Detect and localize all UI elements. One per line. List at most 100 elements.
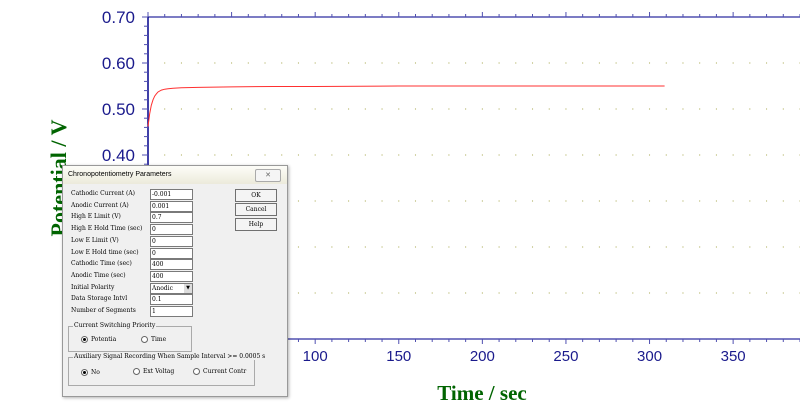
- switching-priority-group: Current Switching Priority Potentia Time: [68, 322, 192, 352]
- grid-dot: [498, 108, 500, 110]
- field-row: Initial Polarity Anodic ▼: [71, 282, 201, 294]
- grid-dot: [448, 108, 450, 110]
- field-row: Cathodic Time (sec) 400: [71, 259, 201, 271]
- grid-dot: [582, 200, 584, 202]
- grid-dot: [782, 108, 784, 110]
- grid-dot: [665, 108, 667, 110]
- grid-dot: [247, 108, 249, 110]
- grid-dot: [297, 62, 300, 64]
- chronopotentiometry-dialog: Chronopotentiometry Parameters ✕ Cathodi…: [62, 165, 288, 397]
- grid-dot: [782, 246, 784, 248]
- grid-dot: [582, 62, 584, 64]
- grid-dot: [431, 108, 433, 110]
- grid-dot: [398, 292, 400, 294]
- grid-dot: [749, 292, 751, 294]
- radio-potentia[interactable]: Potentia: [81, 336, 116, 343]
- grid-dot: [615, 62, 617, 64]
- close-icon[interactable]: ✕: [255, 169, 281, 182]
- grid-dot: [314, 246, 316, 248]
- grid-dot: [765, 154, 768, 156]
- grid-dot: [331, 200, 333, 202]
- grid-dot: [297, 200, 300, 202]
- grid-dot: [565, 200, 567, 202]
- field-row: High E Limit (V) 0.7: [71, 212, 201, 224]
- grid-dot: [448, 62, 450, 64]
- field-row: Low E Limit (V) 0: [71, 235, 201, 247]
- grid-dot: [448, 246, 450, 248]
- field-label: Anodic Time (sec): [71, 271, 126, 279]
- radio-ext-voltag[interactable]: Ext Voltag: [133, 368, 174, 375]
- field-input[interactable]: 0.7: [150, 212, 193, 224]
- field-input[interactable]: 0.1: [150, 294, 193, 306]
- field-row: Anodic Time (sec) 400: [71, 270, 201, 282]
- grid-dot: [648, 246, 651, 248]
- grid-dot: [331, 154, 333, 156]
- grid-dot: [498, 292, 500, 294]
- ok-button[interactable]: OK: [235, 189, 277, 202]
- grid-dot: [749, 200, 751, 202]
- grid-dot: [364, 200, 366, 202]
- help-button[interactable]: Help: [235, 218, 277, 231]
- grid-dot: [548, 154, 550, 156]
- cancel-button[interactable]: Cancel: [235, 203, 277, 216]
- field-input[interactable]: 0: [150, 224, 193, 236]
- y-tick-label: 0.50: [102, 100, 135, 119]
- field-input[interactable]: 1: [150, 306, 193, 317]
- grid-dot: [348, 108, 350, 110]
- field-label: Low E Limit (V): [71, 236, 119, 244]
- grid-dot: [531, 62, 534, 64]
- chevron-down-icon[interactable]: ▼: [184, 283, 192, 293]
- grid-dot: [732, 200, 734, 202]
- grid-dot: [699, 246, 701, 248]
- grid-dot: [498, 200, 500, 202]
- grid-dot: [598, 62, 600, 64]
- grid-dot: [699, 154, 701, 156]
- grid-dot: [665, 292, 667, 294]
- grid-dot: [632, 200, 634, 202]
- field-input[interactable]: 400: [150, 270, 193, 282]
- grid-dot: [230, 108, 233, 110]
- radio-no[interactable]: No: [81, 369, 100, 376]
- grid-dot: [682, 62, 684, 64]
- grid-dot: [498, 154, 500, 156]
- grid-dot: [582, 154, 584, 156]
- grid-dot: [648, 200, 651, 202]
- grid-dot: [715, 200, 718, 202]
- grid-dot: [398, 200, 400, 202]
- grid-dot: [465, 200, 467, 202]
- grid-dot: [732, 108, 734, 110]
- grid-dot: [398, 108, 400, 110]
- field-input[interactable]: 0: [150, 247, 193, 259]
- auxiliary-recording-group: Auxiliary Signal Recording When Sample I…: [68, 353, 267, 386]
- radio-current-contr[interactable]: Current Contr: [193, 368, 246, 375]
- grid-dot: [498, 246, 500, 248]
- polarity-select[interactable]: Anodic ▼: [150, 282, 193, 294]
- grid-dot: [515, 62, 517, 64]
- grid-dot: [632, 246, 634, 248]
- grid-dot: [682, 200, 684, 202]
- grid-dot: [481, 154, 483, 156]
- grid-dot: [782, 154, 784, 156]
- grid-dot: [398, 154, 400, 156]
- grid-dot: [715, 62, 718, 64]
- field-input[interactable]: 400: [150, 259, 193, 271]
- field-row: Low E Hold time (sec) 0: [71, 247, 201, 259]
- radio-time[interactable]: Time: [141, 336, 166, 343]
- grid-dot: [531, 108, 534, 110]
- grid-dot: [164, 154, 166, 156]
- grid-dot: [164, 62, 166, 64]
- field-label: Cathodic Current (A): [71, 190, 136, 197]
- grid-dot: [448, 154, 450, 156]
- grid-dot: [732, 246, 734, 248]
- field-input[interactable]: 0.001: [150, 200, 193, 212]
- field-input[interactable]: -0.001: [150, 189, 193, 200]
- dialog-title: Chronopotentiometry Parameters: [63, 166, 287, 184]
- grid-dot: [548, 200, 550, 202]
- field-input[interactable]: 0: [150, 235, 193, 247]
- grid-dot: [632, 154, 634, 156]
- grid-dot: [465, 246, 467, 248]
- grid-dot: [665, 154, 667, 156]
- grid-dot: [465, 62, 467, 64]
- grid-dot: [498, 62, 500, 64]
- grid-dot: [448, 292, 450, 294]
